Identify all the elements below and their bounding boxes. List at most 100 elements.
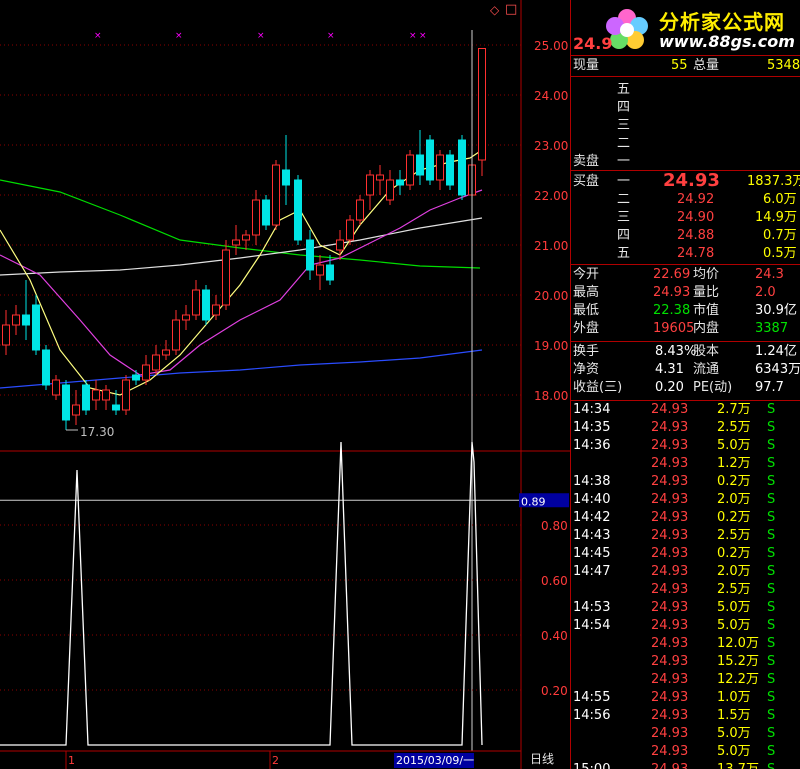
- candle-down[interactable]: [262, 199, 270, 226]
- square-icon[interactable]: □: [505, 2, 517, 17]
- buy-volume: 6.0万: [763, 192, 797, 207]
- candle-down[interactable]: [112, 404, 120, 411]
- candle-up[interactable]: [436, 154, 444, 181]
- candle-down[interactable]: [282, 169, 290, 186]
- stat-label: 今开: [573, 267, 600, 282]
- tick-row[interactable]: 24.93 5.0万 S: [571, 725, 800, 743]
- candle-up[interactable]: [162, 349, 170, 356]
- tick-row[interactable]: 14:47 24.93 2.0万 S: [571, 563, 800, 581]
- tick-row[interactable]: 24.93 15.2万 S: [571, 653, 800, 671]
- tick-row[interactable]: 14:56 24.93 1.5万 S: [571, 707, 800, 725]
- candle-up[interactable]: [272, 164, 280, 226]
- tick-row[interactable]: 14:35 24.93 2.5万 S: [571, 419, 800, 437]
- tick-price: 24.93: [651, 690, 689, 705]
- buy-row-2: 二 24.92 6.0万: [571, 191, 800, 209]
- low-price-label: 17.30: [80, 425, 114, 439]
- indicator-tick-label: 0.60: [541, 574, 568, 588]
- candle-down[interactable]: [82, 384, 90, 411]
- candle-up[interactable]: [152, 354, 160, 371]
- signal-marker: ×: [257, 31, 265, 41]
- candle-up[interactable]: [336, 239, 344, 251]
- buy-label: 买盘: [573, 174, 600, 189]
- candle-up[interactable]: [346, 219, 354, 241]
- tick-side: S: [767, 456, 776, 471]
- stat-value: 2.0: [755, 285, 776, 300]
- tick-row[interactable]: 24.93 12.0万 S: [571, 635, 800, 653]
- candle-down[interactable]: [32, 304, 40, 351]
- tick-row[interactable]: 24.93 12.2万 S: [571, 671, 800, 689]
- tick-row[interactable]: 14:55 24.93 1.0万 S: [571, 689, 800, 707]
- candle-down[interactable]: [426, 139, 434, 181]
- candle-down[interactable]: [416, 154, 424, 176]
- candle-up[interactable]: [2, 324, 10, 346]
- candle-up[interactable]: [366, 174, 374, 196]
- period-label[interactable]: 日线: [530, 752, 554, 766]
- tick-volume: 2.5万: [717, 420, 751, 435]
- candle-down[interactable]: [62, 384, 70, 421]
- candle-up[interactable]: [212, 304, 220, 316]
- candle-up[interactable]: [122, 379, 130, 411]
- tick-row[interactable]: 14:53 24.93 5.0万 S: [571, 599, 800, 617]
- kline-chart-svg[interactable]: 25.00 24.00 23.00 22.00 21.00 20.00 19.00 18.00…: [0, 0, 570, 769]
- tick-price: 24.93: [651, 582, 689, 597]
- candle-down[interactable]: [326, 264, 334, 281]
- candle-up[interactable]: [242, 234, 250, 241]
- tick-row[interactable]: 24.93 2.5万 S: [571, 581, 800, 599]
- candle-up[interactable]: [142, 364, 150, 381]
- candle-up[interactable]: [52, 379, 60, 396]
- candle-down[interactable]: [202, 289, 210, 321]
- tick-side: S: [767, 402, 776, 417]
- candle-up[interactable]: [92, 389, 100, 401]
- candle-down[interactable]: [446, 154, 454, 186]
- candle-up[interactable]: [478, 48, 486, 161]
- candle-up[interactable]: [356, 199, 364, 221]
- tick-side: S: [767, 708, 776, 723]
- kline-chart-area[interactable]: 25.00 24.00 23.00 22.00 21.00 20.00 19.00 18.00…: [0, 0, 570, 769]
- tick-volume: 1.0万: [717, 690, 751, 705]
- stat-value: 19605: [653, 321, 695, 336]
- candle-up[interactable]: [72, 404, 80, 416]
- candle-up[interactable]: [232, 239, 240, 246]
- tick-row[interactable]: 14:34 24.93 2.7万 S: [571, 401, 800, 419]
- candle-down[interactable]: [396, 179, 404, 186]
- stat-value: 22.69: [653, 267, 691, 282]
- buy-volume: 0.5万: [763, 246, 797, 261]
- candle-up[interactable]: [386, 179, 394, 201]
- tick-row[interactable]: 24.93 5.0万 S: [571, 743, 800, 761]
- tick-row[interactable]: 14:38 24.93 0.2万 S: [571, 473, 800, 491]
- current-price-top: 24.9: [573, 34, 613, 53]
- tick-row[interactable]: 14:36 24.93 5.0万 S: [571, 437, 800, 455]
- tick-row[interactable]: 14:45 24.93 0.2万 S: [571, 545, 800, 563]
- tick-volume: 15.2万: [717, 654, 759, 669]
- stat2-row: 收益(三) 0.20 PE(动) 97.7: [571, 379, 800, 397]
- tick-row[interactable]: 15:00 24.93 13.7万 S: [571, 761, 800, 769]
- buy-volume: 1837.3万: [747, 174, 800, 189]
- price-tick-label: 22.00: [534, 189, 568, 203]
- diamond-icon[interactable]: ◇: [490, 3, 499, 17]
- candle-up[interactable]: [192, 289, 200, 316]
- candle-down[interactable]: [132, 374, 140, 381]
- tick-row[interactable]: 14:54 24.93 5.0万 S: [571, 617, 800, 635]
- candle-down[interactable]: [306, 239, 314, 271]
- ma-line-white: [0, 217, 483, 276]
- tick-row[interactable]: 24.93 1.2万 S: [571, 455, 800, 473]
- candle-up[interactable]: [172, 319, 180, 351]
- candle-down[interactable]: [458, 139, 466, 196]
- tick-row[interactable]: 14:42 24.93 0.2万 S: [571, 509, 800, 527]
- tick-volume: 5.0万: [717, 744, 751, 759]
- tick-row[interactable]: 14:40 24.93 2.0万 S: [571, 491, 800, 509]
- stat2-value: 8.43%: [655, 344, 697, 359]
- candle-up[interactable]: [252, 199, 260, 236]
- candle-up[interactable]: [376, 174, 384, 181]
- candle-up[interactable]: [182, 314, 190, 321]
- candle-down[interactable]: [22, 314, 30, 326]
- candle-up[interactable]: [12, 314, 20, 326]
- tick-row[interactable]: 14:43 24.93 2.5万 S: [571, 527, 800, 545]
- tick-side: S: [767, 582, 776, 597]
- candle-down[interactable]: [294, 179, 302, 241]
- candle-up[interactable]: [222, 249, 230, 306]
- candle-up[interactable]: [102, 389, 110, 401]
- candle-up[interactable]: [316, 264, 324, 276]
- candle-down[interactable]: [42, 349, 50, 386]
- candle-up[interactable]: [406, 154, 414, 186]
